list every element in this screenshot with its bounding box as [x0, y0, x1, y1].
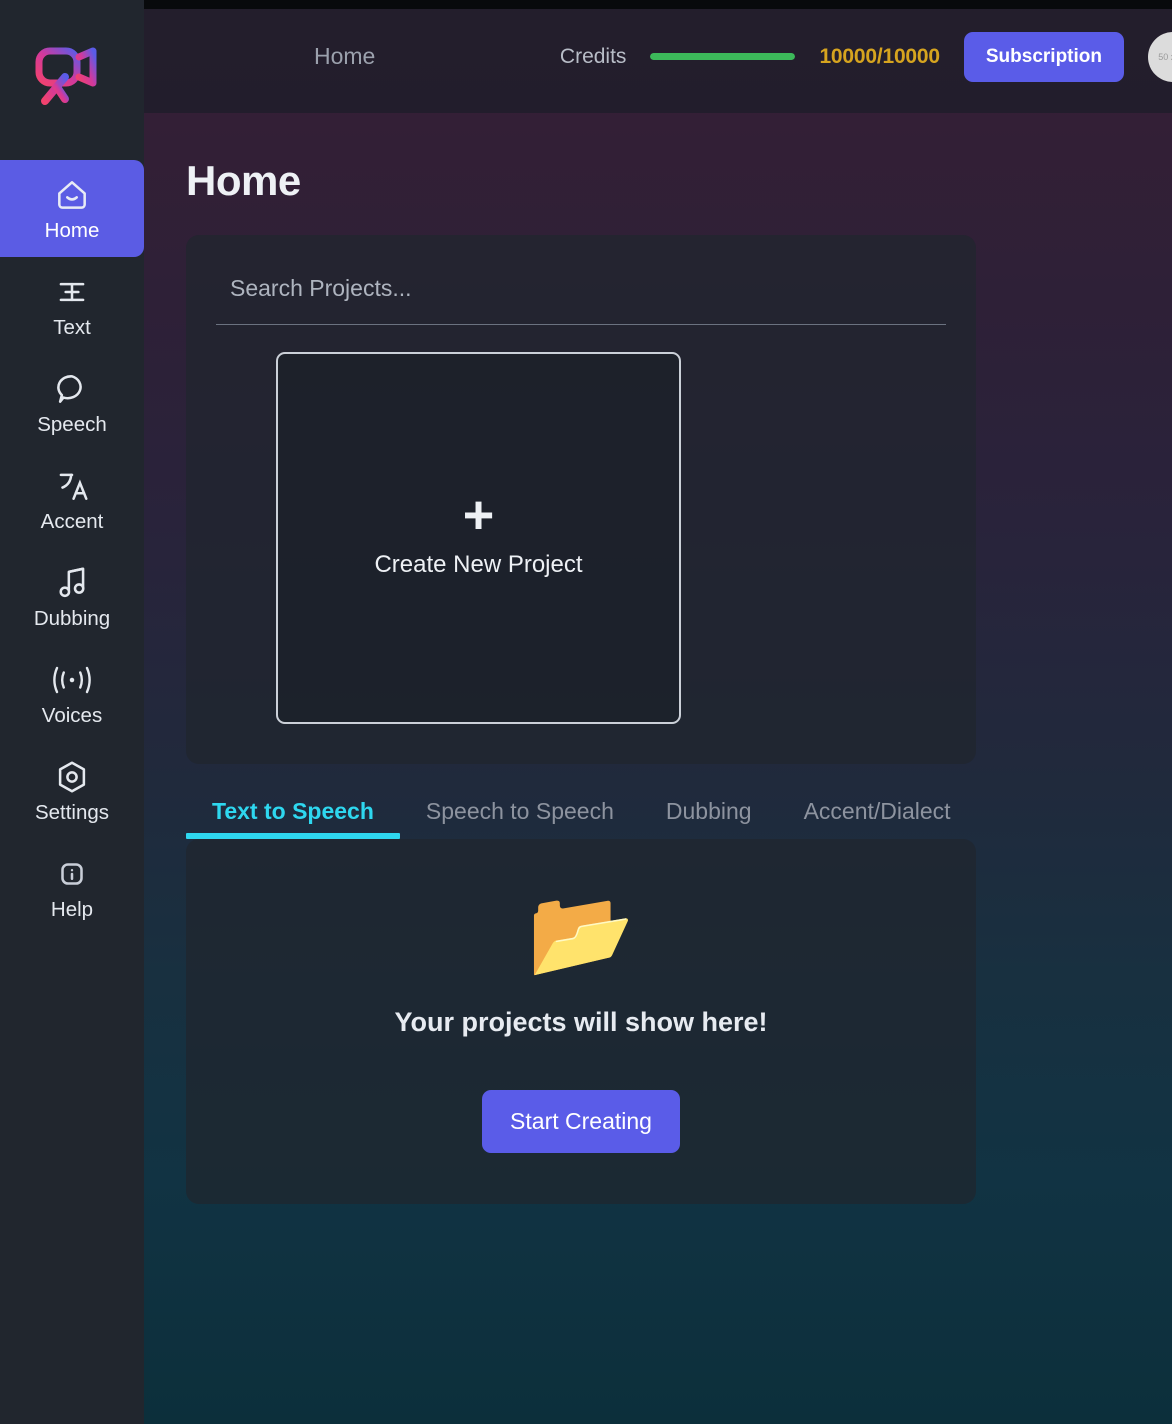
sidebar-item-dubbing[interactable]: Dubbing — [0, 548, 144, 645]
house-icon — [53, 175, 91, 215]
sidebar-item-label: Home — [44, 219, 100, 243]
credits-count: 10000/10000 — [819, 44, 940, 68]
music-note-icon — [53, 563, 91, 603]
text-lines-icon — [53, 272, 91, 312]
page-content: Home + Create New Project Text to Speech… — [144, 113, 1172, 1204]
header-actions: Credits 10000/10000 Subscription 50 x 50 — [559, 31, 1172, 82]
sidebar-item-label: Speech — [37, 413, 107, 437]
create-new-project-label: Create New Project — [374, 550, 583, 578]
sidebar-item-text[interactable]: Text — [0, 257, 144, 354]
tab-text-to-speech[interactable]: Text to Speech — [186, 786, 400, 839]
subscription-button[interactable]: Subscription — [963, 31, 1124, 82]
plus-icon: + — [462, 485, 495, 546]
top-header: Home Credits 10000/10000 Subscription 50… — [144, 0, 1172, 113]
credits-progress-fill — [650, 53, 796, 60]
sidebar-item-label: Help — [50, 898, 94, 922]
sidebar: Home Text Speech Accent Dubbing Voices S… — [0, 0, 144, 1424]
avatar[interactable]: 50 x 50 — [1148, 31, 1172, 82]
camera-mic-logo-icon — [35, 47, 97, 105]
tab-dubbing[interactable]: Dubbing — [640, 786, 778, 839]
start-creating-button[interactable]: Start Creating — [482, 1089, 680, 1153]
projects-search-panel: + Create New Project — [186, 235, 976, 764]
sidebar-nav: Home Text Speech Accent Dubbing Voices S… — [0, 160, 144, 936]
hexagon-gear-icon — [53, 757, 91, 797]
sidebar-item-label: Voices — [41, 704, 103, 728]
tab-accent-dialect[interactable]: Accent/Dialect — [778, 786, 977, 839]
credits-label: Credits — [559, 44, 627, 68]
speech-bubble-icon — [53, 369, 91, 409]
page-title: Home — [186, 157, 301, 204]
app-root: Home Text Speech Accent Dubbing Voices S… — [0, 0, 1172, 1424]
sidebar-item-home[interactable]: Home — [0, 160, 144, 257]
app-logo[interactable] — [0, 0, 144, 160]
sidebar-item-accent[interactable]: Accent — [0, 451, 144, 548]
create-new-project-card[interactable]: + Create New Project — [276, 352, 681, 724]
sidebar-item-settings[interactable]: Settings — [0, 742, 144, 839]
open-folder-icon: 📂 — [527, 885, 635, 982]
sidebar-item-speech[interactable]: Speech — [0, 354, 144, 451]
sidebar-item-label: Dubbing — [33, 607, 111, 631]
window-top-strip — [144, 0, 1172, 9]
translate-icon — [53, 466, 91, 506]
tab-speech-to-speech[interactable]: Speech to Speech — [400, 786, 640, 839]
sidebar-item-label: Text — [53, 316, 91, 340]
breadcrumb: Home — [314, 43, 376, 69]
empty-state-title: Your projects will show here! — [394, 1006, 768, 1037]
sidebar-item-label: Accent — [40, 510, 104, 534]
search-input[interactable] — [216, 269, 946, 325]
sidebar-item-label: Settings — [34, 801, 110, 825]
info-icon — [53, 854, 91, 894]
sidebar-item-voices[interactable]: Voices — [0, 645, 144, 742]
sidebar-item-help[interactable]: Help — [0, 839, 144, 936]
main-region: Home Credits 10000/10000 Subscription 50… — [144, 0, 1172, 1424]
projects-empty-panel: 📂 Your projects will show here! Start Cr… — [186, 839, 976, 1204]
project-type-tabs: Text to Speech Speech to Speech Dubbing … — [186, 786, 976, 839]
credits-progress-bar — [650, 53, 796, 60]
broadcast-icon — [51, 660, 93, 700]
